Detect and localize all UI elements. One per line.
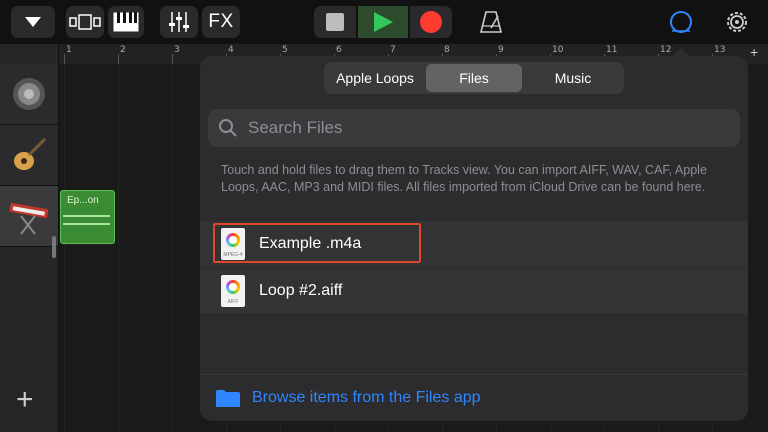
guitar-icon [14, 137, 47, 170]
mixer-fx-group: FX [160, 6, 240, 38]
add-track-button[interactable]: + [16, 385, 34, 415]
browse-files-label: Browse items from the Files app [252, 389, 481, 406]
track-header-drummer[interactable] [0, 64, 58, 125]
folder-icon [216, 390, 240, 407]
file-name: Loop #2.aiff [259, 282, 343, 299]
settings-icon [727, 12, 747, 32]
tab-apple-loops[interactable]: Apple Loops [326, 64, 424, 92]
keyboard-instrument-icon [9, 202, 49, 235]
track-view-icon [69, 14, 101, 30]
keyboard-icon [113, 12, 139, 32]
record-icon [420, 11, 442, 33]
metronome-button[interactable] [474, 6, 508, 38]
play-icon [374, 12, 393, 32]
top-toolbar: FX [0, 0, 768, 44]
bar-gridline [64, 64, 65, 432]
metronome-icon [479, 11, 503, 33]
stop-icon [326, 13, 344, 31]
mixer-icon [169, 12, 189, 32]
ruler-tick-label: 1 [66, 45, 72, 55]
transport-controls [314, 6, 452, 38]
browse-files-link[interactable]: Browse items from the Files app [200, 374, 748, 421]
audio-region[interactable]: Ep...on [60, 190, 115, 244]
ruler-tick-label: 7 [390, 45, 396, 55]
tab-files[interactable]: Files [426, 64, 522, 92]
track-header-guitar[interactable] [0, 125, 58, 186]
settings-button[interactable] [720, 6, 754, 38]
ruler-tick [172, 54, 173, 64]
region-waveform [63, 215, 110, 217]
import-hint-text: Touch and hold files to drag them to Tra… [221, 163, 707, 194]
ruler-tick-label: 9 [498, 45, 504, 55]
file-icon-ext: AIFF [227, 299, 239, 305]
track-scroll-handle[interactable] [52, 236, 56, 258]
ruler-tick [64, 54, 65, 64]
file-row[interactable]: AIFF Loop #2.aiff [200, 268, 748, 315]
region-waveform-line-2 [63, 223, 110, 225]
tab-music[interactable]: Music [524, 64, 622, 92]
stop-button[interactable] [314, 6, 356, 38]
add-section-button[interactable]: + [750, 44, 758, 60]
ruler-tick-label: 6 [336, 45, 342, 55]
mixer-button[interactable] [160, 6, 198, 38]
tracks-menu-button[interactable] [11, 6, 55, 38]
audio-file-icon: AIFF [221, 275, 245, 307]
region-label: Ep...on [67, 195, 99, 206]
selection-highlight [213, 223, 421, 263]
track-view-button[interactable] [66, 6, 104, 38]
ruler-tick-label: 5 [282, 45, 288, 55]
play-button[interactable] [358, 6, 408, 38]
search-input[interactable] [246, 117, 720, 139]
ruler-tick-label: 4 [228, 45, 234, 55]
ruler-tick-label: 3 [174, 45, 180, 55]
fx-label: FX [208, 11, 234, 32]
ruler-tick-label: 12 [660, 45, 672, 55]
view-buttons-group [66, 6, 144, 38]
ruler-tick-label: 8 [444, 45, 450, 55]
track-headers [0, 44, 59, 432]
bar-gridline [172, 64, 173, 432]
search-bar[interactable] [208, 109, 740, 147]
loop-browser-popover: Apple Loops Files Music Touch and hold f… [200, 56, 748, 421]
loop-browser-button[interactable] [664, 6, 698, 38]
ruler-tick [118, 54, 119, 64]
track-header-keyboard[interactable] [0, 186, 58, 247]
bar-gridline [118, 64, 119, 432]
file-row[interactable]: MPEG-4 Example .m4a [200, 221, 748, 268]
ruler-tick-label: 13 [714, 45, 726, 55]
ruler-tick-label: 2 [120, 45, 126, 55]
file-list: MPEG-4 Example .m4a AIFF Loop #2.aiff [200, 221, 748, 315]
search-icon [219, 119, 237, 137]
tracks-menu-icon [25, 17, 41, 27]
fx-button[interactable]: FX [202, 6, 240, 38]
ruler-tick-label: 11 [606, 45, 618, 55]
record-button[interactable] [410, 6, 452, 38]
ruler-tick-label: 10 [552, 45, 564, 55]
browser-segmented-control: Apple Loops Files Music [324, 62, 624, 94]
keyboard-button[interactable] [108, 6, 144, 38]
drum-icon [13, 78, 45, 110]
loop-browser-icon [670, 11, 692, 33]
